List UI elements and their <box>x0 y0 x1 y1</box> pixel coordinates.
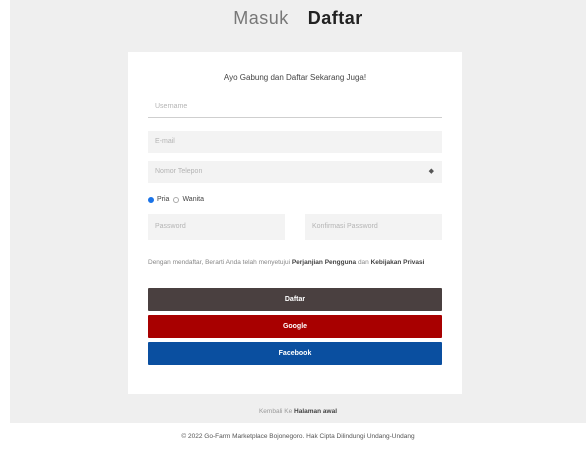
privacy-link[interactable]: Kebijakan Privasi <box>371 259 425 266</box>
username-placeholder: Username <box>155 103 188 110</box>
confirm-password-field[interactable]: Konfirmasi Password <box>305 214 442 240</box>
register-card: Ayo Gabung dan Daftar Sekarang Juga! Use… <box>128 52 462 394</box>
gender-male-radio[interactable] <box>148 196 154 203</box>
terms-link[interactable]: Perjanjian Pengguna <box>292 259 356 266</box>
facebook-button[interactable]: Facebook <box>148 342 442 365</box>
google-button[interactable]: Google <box>148 315 442 338</box>
back-link-row: Kembali Ke Halaman awal <box>10 408 586 415</box>
copyright-text: © 2022 Go-Farm Marketplace Bojonegoro. H… <box>181 433 415 440</box>
email-placeholder: E-mail <box>155 138 175 145</box>
phone-placeholder: Nomor Telepon <box>155 168 203 175</box>
terms-prefix: Dengan mendaftar, Berarti Anda telah men… <box>148 259 291 266</box>
footer: © 2022 Go-Farm Marketplace Bojonegoro. H… <box>10 423 586 450</box>
terms-text: Dengan mendaftar, Berarti Anda telah men… <box>148 256 442 270</box>
phone-field[interactable]: Nomor Telepon ◆ <box>148 161 442 183</box>
gender-male-label: Pria <box>157 196 170 203</box>
gender-female-radio[interactable] <box>173 196 180 203</box>
password-placeholder: Password <box>155 223 186 230</box>
back-prefix: Kembali Ke <box>258 408 293 415</box>
gender-female-label: Wanita <box>182 196 204 203</box>
page-background: Masuk Daftar Ayo Gabung dan Daftar Sekar… <box>10 0 586 450</box>
gender-radio-group: Pria Wanita <box>148 196 204 203</box>
tab-login[interactable]: Masuk <box>233 8 289 29</box>
username-field[interactable]: Username <box>148 96 442 118</box>
confirm-password-placeholder: Konfirmasi Password <box>312 223 378 230</box>
spinner-arrows-icon[interactable]: ◆ <box>429 161 434 183</box>
auth-tabs: Masuk Daftar <box>10 8 586 29</box>
terms-middle: dan <box>357 259 369 266</box>
form-title: Ayo Gabung dan Daftar Sekarang Juga! <box>223 73 367 82</box>
home-link[interactable]: Halaman awal <box>294 408 337 415</box>
email-field[interactable]: E-mail <box>148 131 442 153</box>
tab-register[interactable]: Daftar <box>308 8 363 29</box>
register-button[interactable]: Daftar <box>148 288 442 311</box>
password-field[interactable]: Password <box>148 214 285 240</box>
